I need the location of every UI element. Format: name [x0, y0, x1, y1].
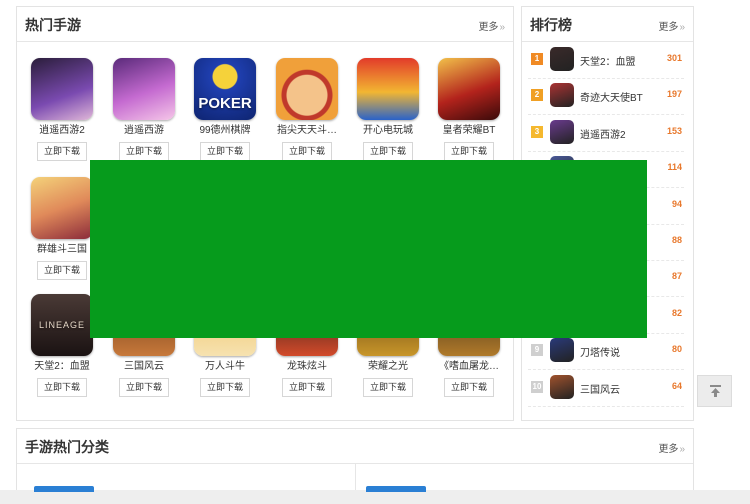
ranking-item[interactable]: 3 逍遥西游2 153 — [528, 115, 684, 152]
rank-score: 64 — [671, 380, 682, 391]
download-button[interactable]: 立即下载 — [118, 142, 169, 161]
download-button[interactable]: 立即下载 — [362, 142, 413, 161]
rank-score: 94 — [671, 198, 682, 209]
chevron-right-icon: » — [499, 22, 505, 33]
ranking-header: 排行榜 更多» — [522, 7, 693, 42]
game-card: 开心电玩城 立即下载 — [348, 58, 428, 161]
rank-game-name[interactable]: 刀塔传说 — [580, 344, 620, 359]
game-name[interactable]: 逍遥西游2 — [22, 124, 102, 138]
rank-number-badge: 2 — [531, 89, 543, 102]
rank-score: 82 — [671, 307, 682, 318]
game-name[interactable]: 99德州棋牌 — [185, 124, 265, 138]
game-name[interactable]: 《嗜血屠龙… — [429, 360, 509, 374]
game-thumbnail-icon[interactable] — [550, 119, 574, 144]
arrow-up-icon — [710, 385, 721, 397]
xiaoyao-xiyou2-icon[interactable] — [31, 58, 93, 120]
rank-number-badge: 9 — [531, 344, 543, 357]
game-card: 逍遥西游 立即下载 — [104, 58, 184, 161]
back-to-top-button[interactable] — [697, 375, 732, 407]
game-name[interactable]: 龙珠炫斗 — [267, 360, 347, 374]
chevron-right-icon: » — [679, 444, 685, 455]
hot-games-more-link[interactable]: 更多» — [478, 18, 505, 33]
game-thumbnail-icon[interactable] — [550, 374, 574, 399]
game-card: POKER 99德州棋牌 立即下载 — [185, 58, 265, 161]
download-button[interactable]: 立即下载 — [36, 142, 87, 161]
game-name[interactable]: 开心电玩城 — [348, 124, 428, 138]
game-name[interactable]: 皇者荣耀BT — [429, 124, 509, 138]
game-name[interactable]: 荣耀之光 — [348, 360, 428, 374]
categories-header: 手游热门分类 更多» — [17, 429, 693, 464]
game-name[interactable]: 指尖天天斗… — [267, 124, 347, 138]
chevron-right-icon: » — [679, 22, 685, 33]
download-button[interactable]: 立即下载 — [199, 142, 250, 161]
arcade-icon[interactable] — [357, 58, 419, 120]
rank-number-badge: 1 — [531, 53, 543, 65]
download-button[interactable]: 立即下载 — [443, 378, 494, 397]
rank-score: 153 — [666, 125, 682, 136]
lineage-logo: LINEAGE — [38, 320, 85, 330]
ranking-item[interactable]: 10 三国风云 64 — [528, 370, 684, 407]
rank-game-name[interactable]: 奇迹大天使BT — [580, 89, 643, 104]
rank-number-badge: 10 — [531, 380, 543, 393]
download-button[interactable]: 立即下载 — [36, 261, 87, 280]
ranking-item[interactable]: 1 天堂2：血盟 301 — [528, 42, 684, 79]
rank-score: 114 — [667, 162, 682, 173]
poker-icon[interactable]: POKER — [194, 58, 256, 120]
ranking-title: 排行榜 — [530, 17, 572, 33]
hot-games-header: 热门手游 更多» — [17, 7, 513, 42]
overlay-block — [90, 160, 647, 338]
categories-panel: 手游热门分类 更多» — [16, 428, 694, 499]
download-button[interactable]: 立即下载 — [281, 142, 332, 161]
game-name[interactable]: 三国风云 — [104, 360, 184, 374]
rank-game-name[interactable]: 三国风云 — [580, 381, 620, 396]
xiaoyao-xiyou-icon[interactable] — [113, 58, 175, 120]
game-card: 指尖天天斗… 立即下载 — [267, 58, 347, 161]
glory-icon[interactable] — [438, 58, 500, 120]
game-thumbnail-icon[interactable] — [550, 83, 574, 108]
rank-score: 80 — [671, 344, 682, 355]
game-name[interactable]: 天堂2：血盟 — [22, 360, 102, 374]
game-card: 逍遥西游2 立即下载 — [22, 58, 102, 161]
category-tab-right[interactable] — [366, 486, 426, 492]
ranking-item[interactable]: 9 刀塔传说 80 — [528, 333, 684, 371]
categories-title: 手游热门分类 — [25, 439, 109, 455]
download-button[interactable]: 立即下载 — [36, 378, 87, 397]
rank-game-name[interactable]: 逍遥西游2 — [580, 126, 626, 141]
category-tab-left[interactable] — [34, 486, 94, 492]
lineage-icon[interactable]: LINEAGE — [31, 294, 93, 356]
rank-score: 197 — [666, 89, 682, 100]
game-name[interactable]: 逍遥西游 — [104, 124, 184, 138]
download-button[interactable]: 立即下载 — [443, 142, 494, 161]
hot-games-title: 热门手游 — [25, 17, 81, 33]
sanguo-hero-icon[interactable] — [31, 177, 93, 239]
ranking-more-link[interactable]: 更多» — [658, 18, 685, 33]
rank-score: 301 — [666, 53, 682, 63]
categories-more-link[interactable]: 更多» — [658, 440, 685, 455]
rank-number-badge: 3 — [531, 125, 543, 138]
page-bottom-strip — [0, 490, 750, 504]
rank-game-name[interactable]: 天堂2：血盟 — [580, 53, 636, 68]
ranking-item[interactable]: 2 奇迹大天使BT 197 — [528, 78, 684, 116]
download-button[interactable]: 立即下载 — [281, 378, 332, 397]
doudizhu-icon[interactable] — [276, 58, 338, 120]
download-button[interactable]: 立即下载 — [199, 378, 250, 397]
game-thumbnail-icon[interactable] — [550, 338, 574, 363]
game-thumbnail-icon[interactable] — [550, 47, 574, 71]
game-card: 皇者荣耀BT 立即下载 — [429, 58, 509, 161]
game-name[interactable]: 万人斗牛 — [185, 360, 265, 374]
download-button[interactable]: 立即下载 — [362, 378, 413, 397]
rank-score: 87 — [671, 271, 682, 282]
rank-score: 88 — [671, 235, 682, 245]
download-button[interactable]: 立即下载 — [118, 378, 169, 397]
